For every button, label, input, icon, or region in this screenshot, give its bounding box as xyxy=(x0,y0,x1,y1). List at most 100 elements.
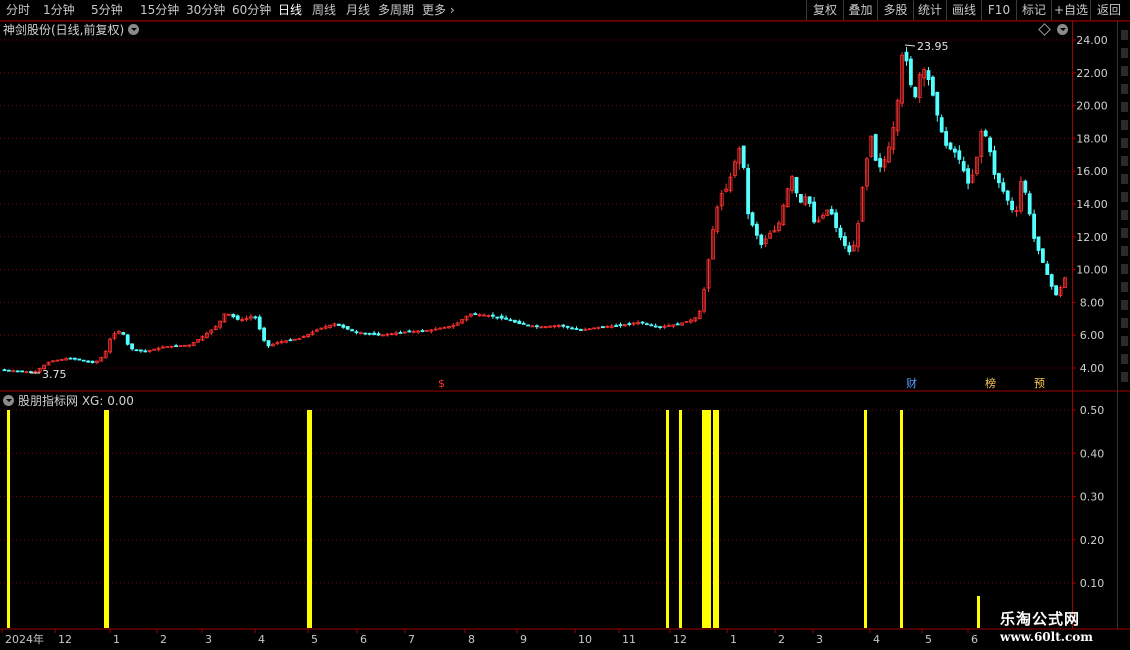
candle xyxy=(565,325,570,330)
candle xyxy=(697,309,702,320)
candle-body xyxy=(829,208,834,215)
candle xyxy=(587,328,592,331)
candle xyxy=(191,341,196,347)
candle-body xyxy=(904,51,909,62)
candle xyxy=(468,313,473,318)
candle xyxy=(561,324,566,329)
candle xyxy=(777,220,781,233)
price-tick-label: 12.00 xyxy=(1076,231,1108,244)
candle xyxy=(583,327,588,331)
candle xyxy=(345,326,350,331)
candle xyxy=(64,356,68,361)
candle xyxy=(1005,189,1010,206)
candle xyxy=(55,359,60,362)
candle-body xyxy=(847,245,852,253)
indicator-tick-label: 0.10 xyxy=(1080,577,1105,590)
candle xyxy=(482,313,487,317)
chart-menu-icon[interactable] xyxy=(128,24,139,35)
collapse-icon[interactable] xyxy=(1057,24,1068,35)
candle-body xyxy=(266,340,271,347)
candle xyxy=(768,230,772,239)
candle-body xyxy=(424,330,429,332)
time-label: 6 xyxy=(360,633,367,646)
candle-body xyxy=(755,223,759,236)
event-marker: 财 xyxy=(906,376,917,390)
candle xyxy=(781,203,786,227)
candle xyxy=(1054,285,1058,296)
candle xyxy=(86,359,90,363)
candle xyxy=(543,326,548,329)
candle-body xyxy=(15,370,20,373)
candle-body xyxy=(957,150,962,160)
candle xyxy=(913,86,918,99)
candle xyxy=(922,67,926,87)
candle xyxy=(689,318,693,324)
candle xyxy=(746,163,750,220)
candle-body xyxy=(77,358,82,361)
candle-body xyxy=(521,322,526,325)
candle xyxy=(288,338,293,342)
indicator-tick-label: 0.50 xyxy=(1080,404,1105,417)
candle xyxy=(790,174,794,194)
candle-body xyxy=(834,212,838,228)
side-strip-glyph xyxy=(1121,336,1128,346)
candle-body xyxy=(490,314,495,317)
candle-body xyxy=(231,313,236,318)
candle-body xyxy=(86,360,90,363)
candle xyxy=(970,168,975,184)
event-marker: $ xyxy=(438,377,445,390)
candle xyxy=(306,333,311,339)
candle-body xyxy=(1023,180,1028,193)
candle xyxy=(953,146,957,158)
candle xyxy=(398,330,403,334)
candle-body xyxy=(750,212,755,226)
candle-body xyxy=(81,359,86,362)
signal-bar xyxy=(977,595,980,628)
signal-bar xyxy=(679,410,682,628)
stock-chart: 24.0022.0020.0018.0016.0014.0012.0010.00… xyxy=(0,20,1130,646)
candle-body xyxy=(944,131,948,146)
candle-body xyxy=(288,339,293,342)
candle xyxy=(499,313,504,321)
side-strip-glyph xyxy=(1121,300,1128,310)
candle xyxy=(741,145,746,170)
price-tick-label: 8.00 xyxy=(1080,296,1105,309)
candle xyxy=(517,319,522,325)
candle xyxy=(596,326,601,330)
candle-body xyxy=(535,325,539,328)
candle-body xyxy=(73,357,77,360)
price-tick-label: 14.00 xyxy=(1076,198,1108,211)
chart-grid xyxy=(0,39,1072,584)
candle xyxy=(95,360,99,365)
indicator-menu-icon[interactable] xyxy=(3,395,14,406)
candle xyxy=(200,335,205,342)
candle xyxy=(513,319,517,324)
candle xyxy=(979,128,984,164)
candle xyxy=(552,324,557,329)
candle xyxy=(838,224,843,241)
candle-body xyxy=(640,321,645,324)
time-label: 1 xyxy=(113,633,120,646)
candle xyxy=(997,172,1001,189)
candle-body xyxy=(152,348,157,351)
side-strip-glyph xyxy=(1121,282,1128,292)
candle xyxy=(851,240,856,252)
candle xyxy=(442,326,447,329)
candle-body xyxy=(997,173,1001,184)
candle xyxy=(438,327,443,330)
candle-body xyxy=(253,316,258,319)
candle xyxy=(733,159,737,179)
candle xyxy=(834,209,838,233)
candle xyxy=(917,72,922,103)
candle xyxy=(653,323,658,328)
candle xyxy=(147,349,152,354)
candle-body xyxy=(372,332,377,335)
candle-body xyxy=(134,349,139,352)
candle xyxy=(424,329,429,332)
candle xyxy=(1041,248,1045,264)
candle xyxy=(812,196,816,225)
candle xyxy=(490,312,495,319)
candle xyxy=(728,172,733,193)
candle xyxy=(446,326,451,329)
candle xyxy=(213,325,218,331)
